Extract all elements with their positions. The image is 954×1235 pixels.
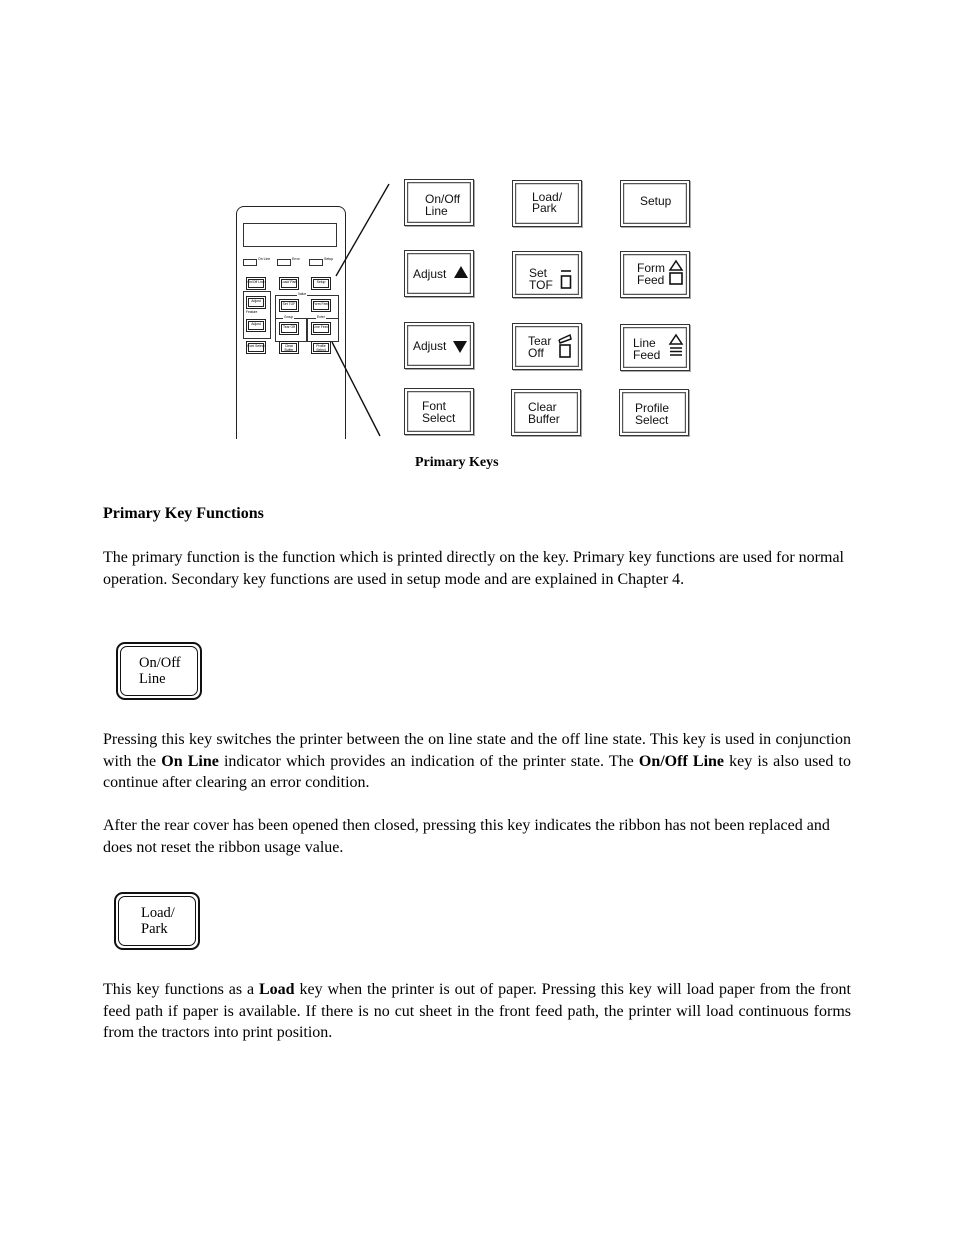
section-heading: Primary Key Functions [103, 505, 264, 522]
callout-lines [331, 183, 390, 437]
on-off-line-key-illustration: On/Off Line [116, 642, 202, 700]
text-run: indicator which provides an indication o… [218, 752, 639, 770]
load-park-key-label: Load/ Park [141, 905, 175, 937]
key-label-line2: Park [532, 201, 557, 215]
on-off-line-key-label: On/Off Line [139, 655, 181, 687]
key-profile-select: Profile Select [619, 389, 689, 436]
key-label-line2: Line [139, 670, 166, 687]
on-line-term: On Line [161, 752, 219, 770]
triangle-down-icon [453, 341, 467, 353]
key-label-line2: Off [528, 346, 544, 360]
key-label-line1: Adjust [413, 339, 447, 353]
load-park-description: This key functions as a Load key when th… [103, 979, 851, 1044]
key-label-line2: Line [425, 204, 448, 218]
key-label-line2: Feed [633, 348, 661, 362]
key-label-line2: Select [422, 411, 456, 425]
key-label-line2: Select [635, 413, 669, 427]
key-label-line2: TOF [529, 278, 553, 292]
intro-paragraph: The primary function is the function whi… [103, 549, 844, 588]
callout-line-bottom [331, 341, 381, 437]
callout-line-top [335, 183, 390, 277]
key-set-tof: Set TOF [512, 251, 582, 298]
key-tear-off: Tear Off [512, 323, 582, 370]
line-feed-icon [668, 333, 684, 356]
key-label-line1: Setup [640, 194, 672, 208]
text-run: This key functions as a [103, 981, 259, 998]
key-clear-buffer: Clear Buffer [511, 389, 581, 436]
on-off-line-term: On/Off Line [638, 752, 725, 770]
tear-off-icon [558, 333, 572, 358]
key-adjust-down: Adjust [404, 322, 474, 369]
triangle-up-icon [454, 266, 468, 278]
figure-caption: Primary Keys [415, 455, 499, 470]
key-load-park: Load/ Park [512, 180, 582, 227]
set-tof-icon [560, 270, 572, 289]
key-font-select: Font Select [404, 388, 474, 435]
key-adjust-up: Adjust [404, 250, 474, 297]
key-label-line1: On/Off [139, 655, 181, 671]
key-line-feed: Line Feed [620, 324, 690, 371]
on-off-line-description: Pressing this key switches the printer b… [103, 729, 851, 794]
key-label-line2: Feed [637, 273, 665, 287]
load-term: Load [259, 981, 295, 998]
key-form-feed: Form Feed [620, 251, 690, 298]
key-setup: Setup [620, 180, 690, 227]
key-label-line1: Load/ [141, 905, 175, 921]
key-label-line2: Buffer [528, 412, 560, 426]
load-park-key-illustration: Load/ Park [114, 892, 200, 950]
form-feed-icon [668, 259, 684, 285]
key-label-line1: Adjust [413, 267, 447, 281]
key-label-line2: Park [141, 920, 168, 937]
key-on-off-line: On/Off Line [404, 179, 474, 226]
ribbon-note-paragraph: After the rear cover has been opened the… [103, 817, 830, 856]
